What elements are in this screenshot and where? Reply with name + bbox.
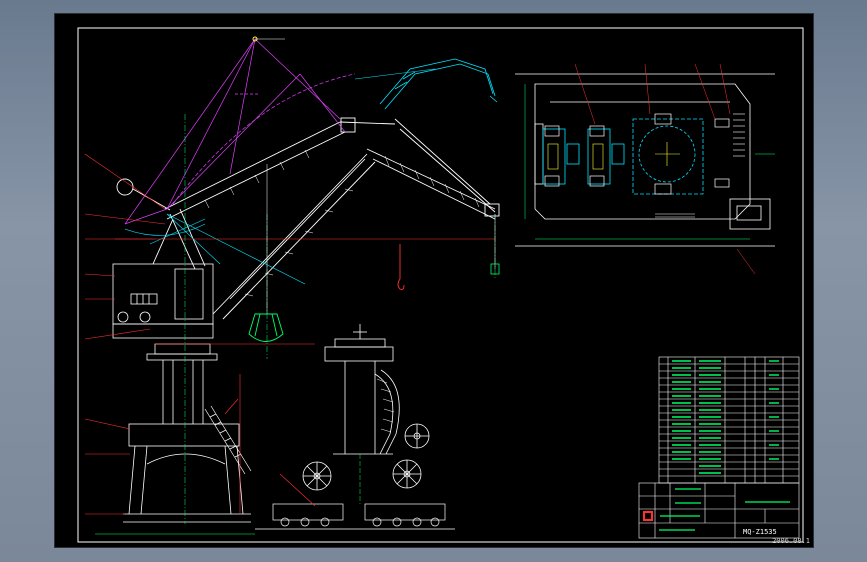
jib-lattice bbox=[204, 149, 480, 297]
date-stamp: 2006.08.1 bbox=[772, 537, 810, 545]
drawing-sheet: MQ-Z1535 2006.08.1 bbox=[55, 14, 813, 547]
main-boom-upper bbox=[164, 121, 396, 220]
plan-view-dims bbox=[524, 84, 775, 240]
auxiliary-lines bbox=[124, 68, 436, 285]
jib-arm bbox=[340, 117, 500, 220]
cable-reels bbox=[302, 423, 430, 491]
outer-frame bbox=[77, 27, 804, 543]
plan-view-yellow-details bbox=[547, 142, 680, 170]
red-dimension-lines bbox=[84, 153, 495, 515]
side-elevation-bogies bbox=[255, 503, 455, 530]
portal-stair bbox=[204, 405, 252, 475]
plan-view-winch-drums bbox=[544, 113, 730, 195]
portal-base bbox=[123, 343, 251, 523]
a-frame bbox=[116, 178, 206, 270]
plan-view-winches bbox=[542, 118, 704, 195]
main-boom-lower bbox=[212, 153, 376, 320]
crane-general-arrangement-drawing: MQ-Z1535 bbox=[77, 27, 804, 543]
side-elevation-tower bbox=[324, 324, 400, 455]
hook bbox=[397, 244, 405, 290]
machinery-house bbox=[112, 263, 214, 339]
leader-line bbox=[279, 473, 316, 507]
company-logo bbox=[643, 511, 653, 521]
plan-view bbox=[515, 73, 775, 247]
plan-view-stripes bbox=[655, 113, 745, 218]
stowed-arm-sketch bbox=[379, 58, 498, 110]
grab-bucket bbox=[248, 313, 284, 342]
drawing-number: MQ-Z1535 bbox=[743, 528, 777, 536]
parts-table bbox=[658, 356, 800, 484]
title-block-entries bbox=[659, 488, 790, 531]
